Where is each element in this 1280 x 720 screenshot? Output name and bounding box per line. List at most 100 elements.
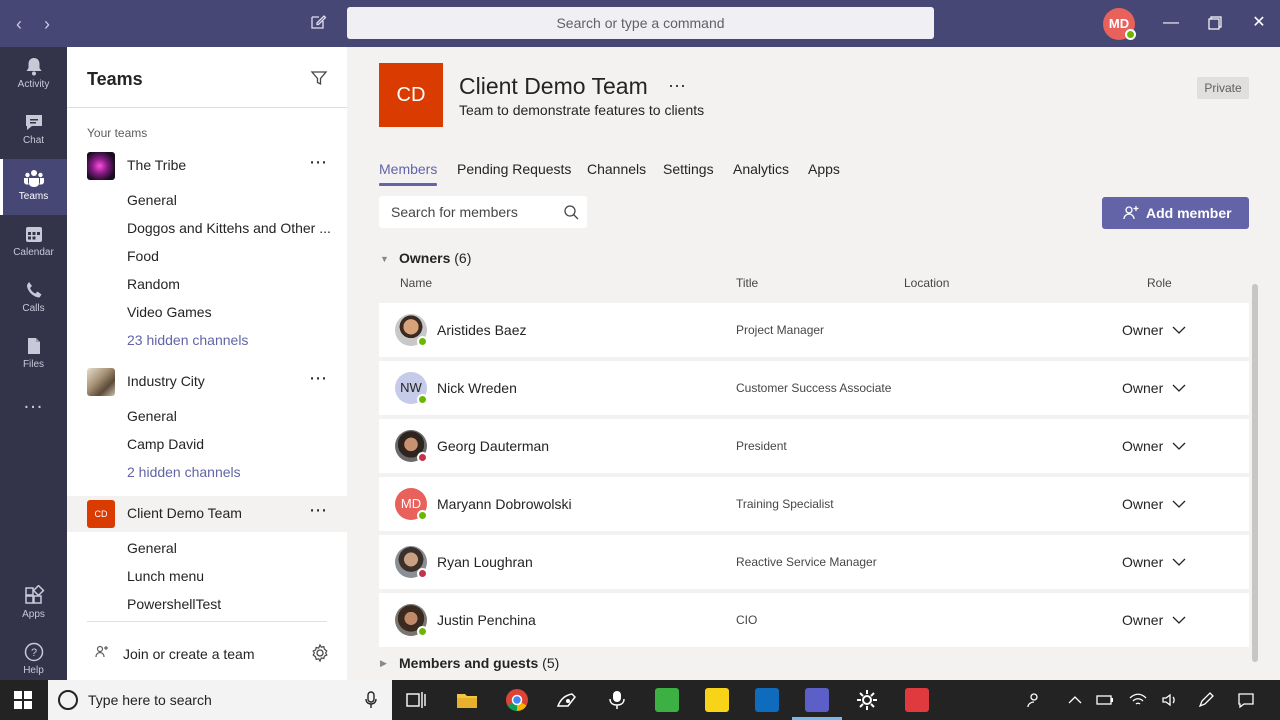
channel-item[interactable]: Random	[127, 276, 180, 292]
rail-item-calendar[interactable]: Calendar	[0, 215, 67, 271]
maximize-icon[interactable]	[1204, 12, 1226, 34]
chevron-up-icon[interactable]	[1065, 690, 1085, 710]
channel-item[interactable]: Doggos and Kittehs and Other ...	[127, 220, 331, 236]
column-header-role[interactable]: Role	[1147, 276, 1172, 290]
tab-members[interactable]: Members	[379, 161, 438, 186]
user-avatar[interactable]: MD	[1103, 8, 1136, 40]
team-row-client-demo-team[interactable]: CD Client Demo Team ⋯	[67, 496, 347, 532]
member-role: Owner	[1122, 612, 1164, 628]
more-options-icon[interactable]: ⋯	[309, 152, 328, 173]
member-row[interactable]: NW Nick Wreden Customer Success Associat…	[379, 361, 1249, 415]
people-icon[interactable]	[1025, 690, 1045, 710]
file-explorer-icon[interactable]	[455, 688, 479, 712]
windows-start-icon[interactable]	[14, 691, 32, 709]
camtasia-green-icon[interactable]	[655, 688, 679, 712]
windows-taskbar: Type here to search	[0, 680, 1280, 720]
member-row[interactable]: Aristides Baez Project Manager Owner	[379, 303, 1249, 357]
chrome-icon[interactable]	[505, 688, 529, 712]
member-name: Justin Penchina	[437, 612, 536, 628]
back-arrow-icon[interactable]: ‹	[10, 14, 28, 35]
member-row[interactable]: Ryan Loughran Reactive Service Manager O…	[379, 535, 1249, 589]
rail-item-more[interactable]: ...	[0, 383, 67, 423]
column-header-title[interactable]: Title	[736, 276, 758, 290]
chevron-down-icon[interactable]	[1171, 324, 1187, 336]
tab-pending-requests[interactable]: Pending Requests	[457, 161, 571, 177]
chevron-down-icon[interactable]	[1171, 498, 1187, 510]
members-guests-section-header[interactable]: Members and guests (5)	[399, 655, 559, 671]
rail-item-apps[interactable]: Apps	[0, 577, 67, 633]
channel-item[interactable]: General	[127, 540, 177, 556]
wifi-icon[interactable]	[1128, 690, 1148, 710]
expand-caret-icon[interactable]: ▶	[380, 658, 387, 669]
rail-item-calls[interactable]: Calls	[0, 271, 67, 327]
hidden-channels-link[interactable]: 2 hidden channels	[127, 464, 241, 480]
team-row-industry-city[interactable]: Industry City ⋯	[67, 364, 347, 400]
member-row[interactable]: Georg Dauterman President Owner	[379, 419, 1249, 473]
channel-item[interactable]: Camp David	[127, 436, 204, 452]
member-row[interactable]: Justin Penchina CIO Owner	[379, 593, 1249, 647]
channel-item[interactable]: Video Games	[127, 304, 212, 320]
svg-text:?: ?	[30, 647, 36, 659]
close-icon[interactable]: ✕	[1248, 12, 1270, 34]
channel-item[interactable]: Lunch menu	[127, 568, 204, 584]
minimize-icon[interactable]: —	[1160, 12, 1182, 34]
tab-channels[interactable]: Channels	[587, 161, 646, 177]
outlook-icon[interactable]	[755, 688, 779, 712]
member-row[interactable]: MD Maryann Dobrowolski Training Speciali…	[379, 477, 1249, 531]
collapse-caret-icon[interactable]: ▼	[380, 254, 389, 264]
remote-desktop-icon[interactable]	[555, 688, 579, 712]
tab-settings[interactable]: Settings	[663, 161, 714, 177]
rail-item-chat[interactable]: Chat	[0, 103, 67, 159]
column-header-name[interactable]: Name	[400, 276, 432, 290]
hidden-channels-link[interactable]: 23 hidden channels	[127, 332, 248, 348]
rail-item-activity[interactable]: Activity	[0, 47, 67, 103]
pen-icon[interactable]	[1196, 690, 1216, 710]
chevron-down-icon[interactable]	[1171, 382, 1187, 394]
divider	[67, 107, 347, 108]
chat-icon	[25, 115, 42, 130]
channel-item[interactable]: General	[127, 408, 177, 424]
taskbar-search-box[interactable]: Type here to search	[48, 680, 392, 720]
owners-label: Owners	[399, 250, 451, 266]
chevron-down-icon[interactable]	[1171, 556, 1187, 568]
volume-icon[interactable]	[1160, 690, 1180, 710]
settings-gear-icon[interactable]	[855, 688, 879, 712]
rail-item-files[interactable]: Files	[0, 327, 67, 383]
channel-item[interactable]: Food	[127, 248, 159, 264]
camtasia-recorder-icon[interactable]	[905, 688, 929, 712]
rail-item-teams[interactable]: Teams	[0, 159, 67, 215]
member-search-input[interactable]	[379, 196, 559, 228]
task-view-icon[interactable]	[404, 688, 428, 712]
team-options-icon[interactable]: ···	[668, 75, 686, 96]
more-options-icon[interactable]: ⋯	[309, 368, 328, 389]
tab-analytics[interactable]: Analytics	[733, 161, 789, 177]
tab-apps[interactable]: Apps	[808, 161, 840, 177]
owners-section-header[interactable]: Owners (6)	[399, 250, 471, 266]
presence-available-icon	[417, 336, 428, 347]
chevron-down-icon[interactable]	[1171, 440, 1187, 452]
notifications-icon[interactable]	[1236, 690, 1256, 710]
chevron-down-icon[interactable]	[1171, 614, 1187, 626]
battery-icon[interactable]	[1095, 690, 1115, 710]
forward-arrow-icon[interactable]: ›	[38, 14, 56, 35]
sticky-notes-icon[interactable]	[705, 688, 729, 712]
more-options-icon[interactable]: ⋯	[309, 500, 328, 521]
new-chat-icon[interactable]	[309, 13, 329, 33]
scrollbar[interactable]	[1252, 284, 1258, 662]
channel-item[interactable]: General	[127, 192, 177, 208]
team-row-the-tribe[interactable]: The Tribe ⋯	[67, 148, 347, 184]
microphone-icon[interactable]	[364, 691, 378, 709]
team-avatar: CD	[87, 500, 115, 528]
column-header-location[interactable]: Location	[904, 276, 949, 290]
gear-icon[interactable]	[310, 643, 330, 663]
filter-icon[interactable]	[310, 69, 328, 87]
channel-item[interactable]: PowershellTest	[127, 596, 221, 612]
search-icon[interactable]	[563, 204, 579, 220]
member-title: Customer Success Associate	[736, 381, 892, 395]
command-search-bar[interactable]: Search or type a command	[347, 7, 934, 39]
join-create-team-button[interactable]: Join or create a team	[67, 640, 347, 668]
podcast-icon[interactable]	[605, 688, 629, 712]
member-role: Owner	[1122, 380, 1164, 396]
teams-taskbar-icon[interactable]	[805, 688, 829, 712]
add-member-button[interactable]: Add member	[1102, 197, 1249, 229]
